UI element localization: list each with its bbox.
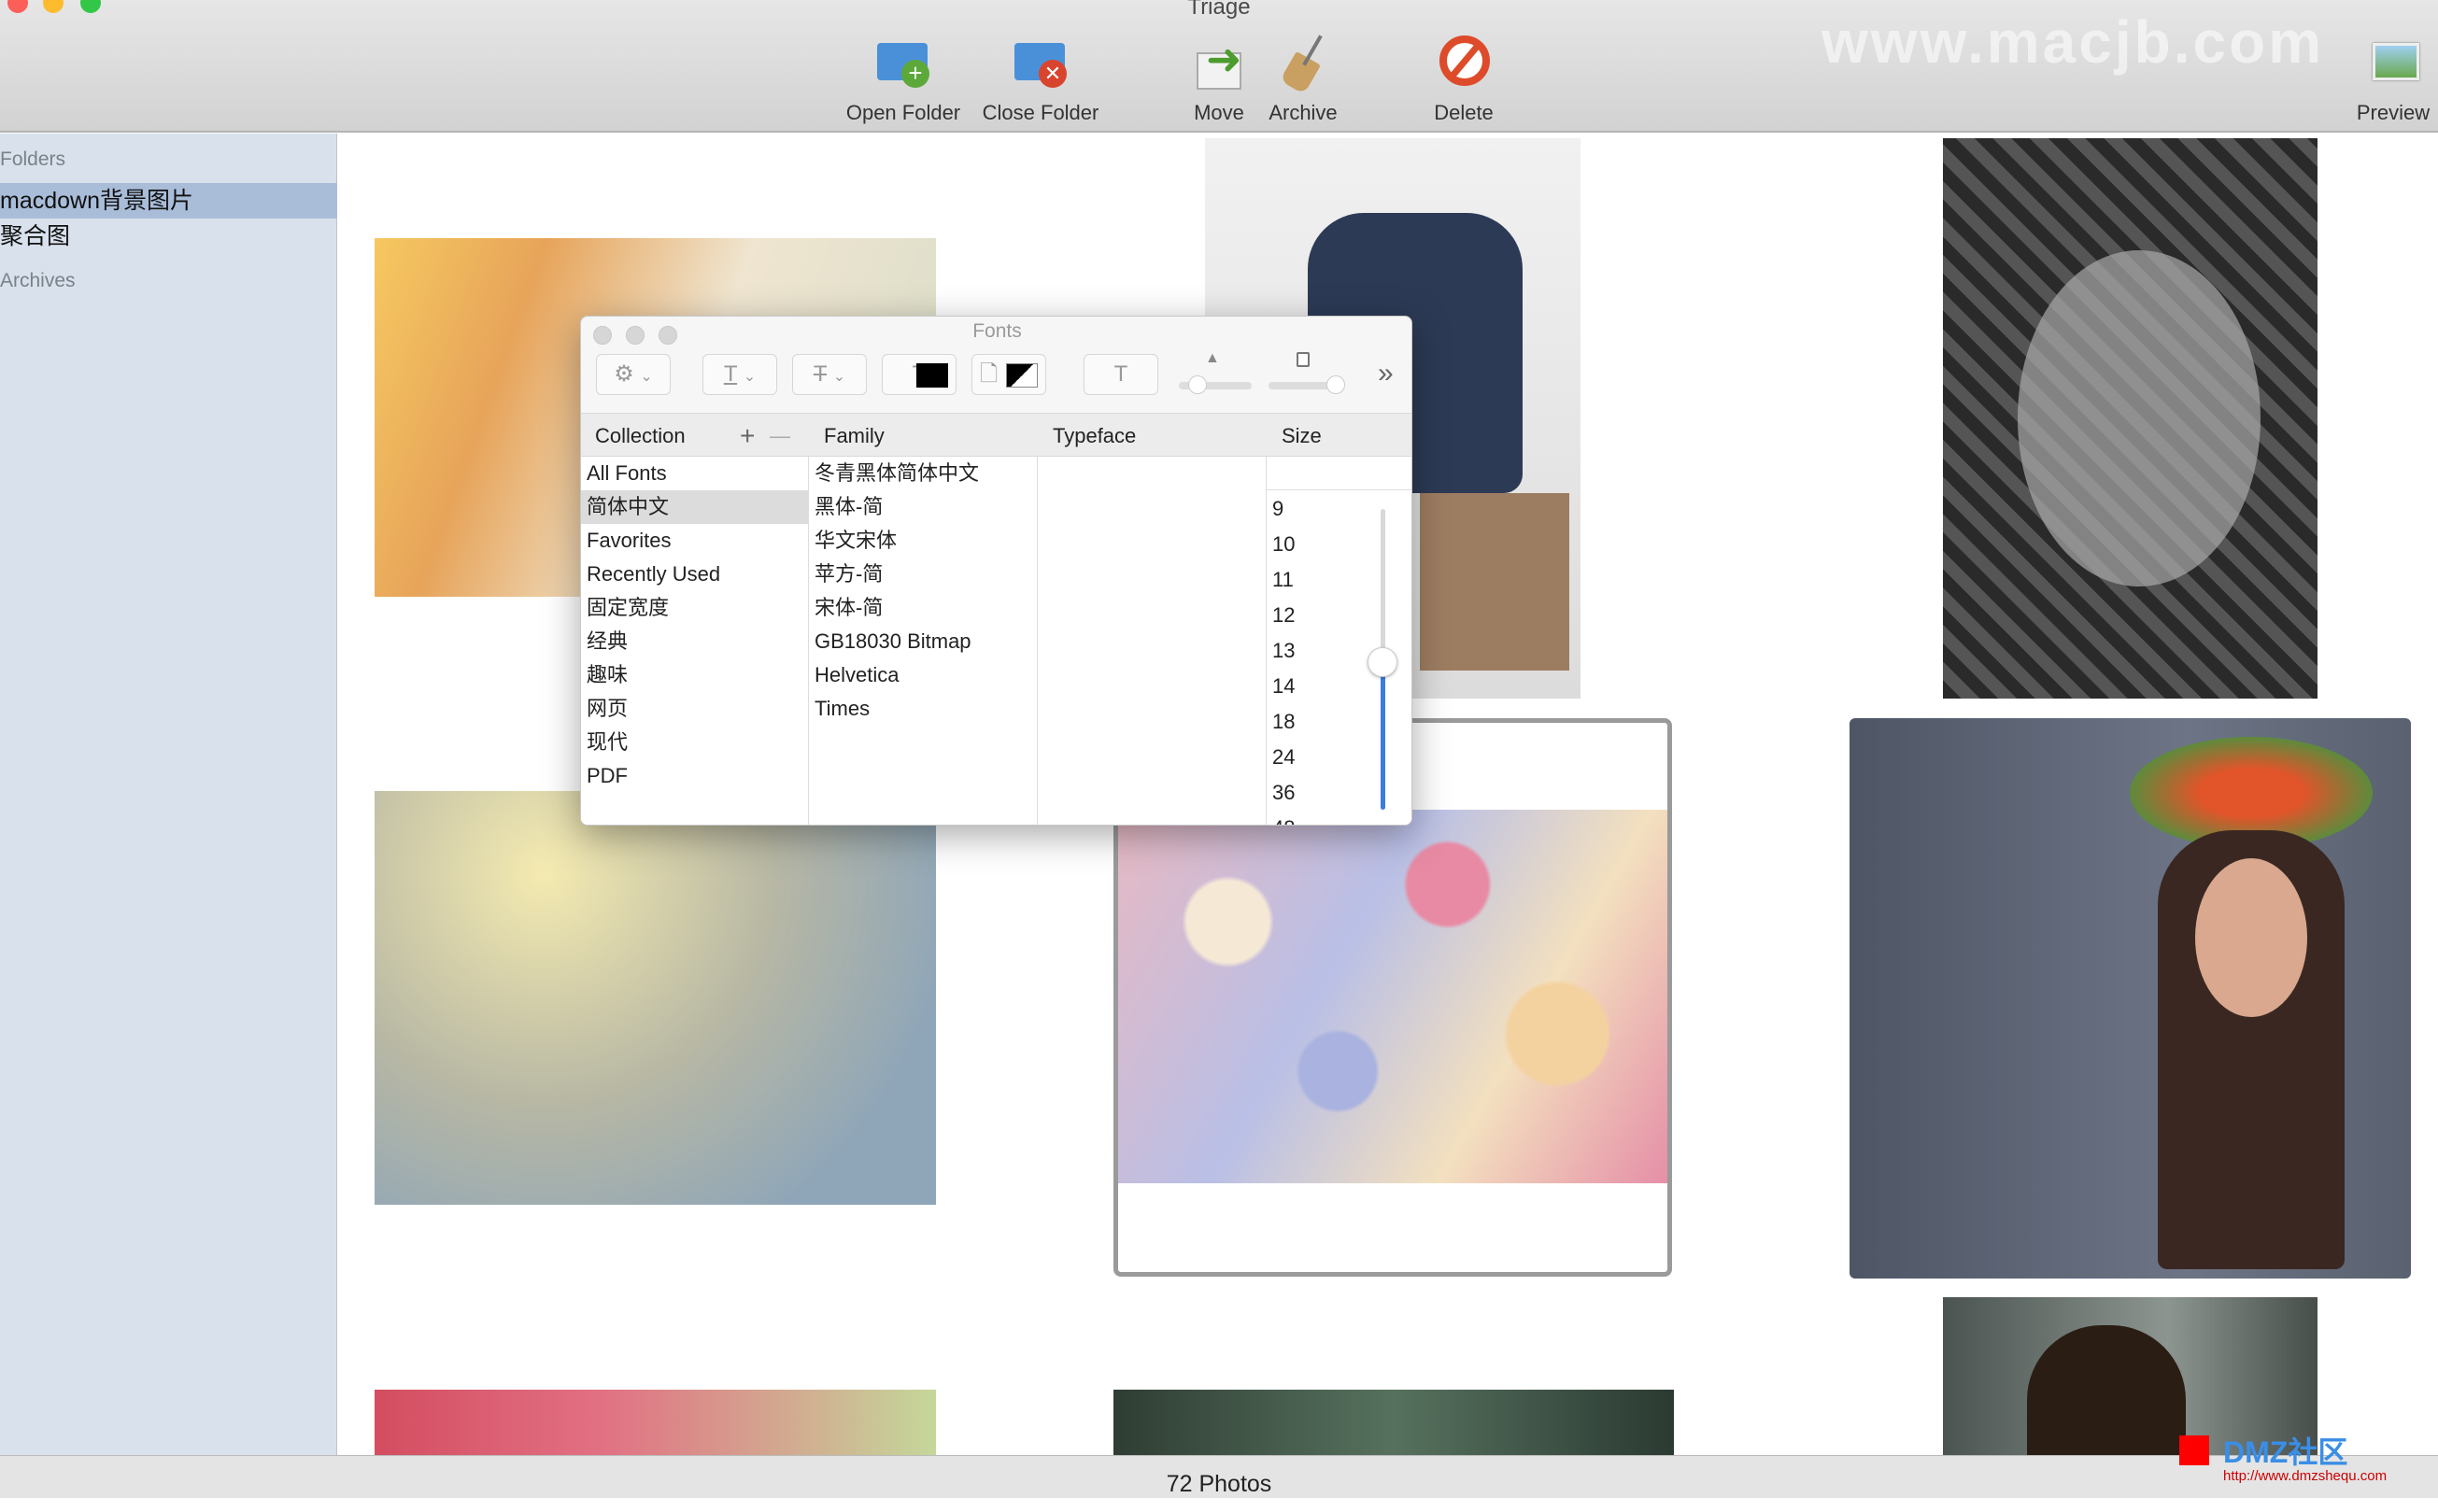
photo-thumbnail[interactable] — [1113, 1390, 1674, 1455]
folders-header: Folders — [0, 148, 66, 170]
strikethrough-icon: T — [813, 361, 828, 387]
shadow-up-icon: ▲ — [1205, 350, 1220, 366]
size-item[interactable]: 12 — [1267, 599, 1379, 632]
collection-item[interactable]: PDF — [581, 759, 808, 793]
sidebar-item-aggregate[interactable]: 聚合图 — [0, 219, 337, 254]
size-item[interactable]: 24 — [1267, 741, 1379, 774]
photo-thumbnail[interactable] — [1943, 138, 2318, 699]
collection-item[interactable]: 固定宽度 — [581, 591, 808, 625]
shadow-opacity-slider[interactable] — [1179, 375, 1252, 394]
collection-list: All Fonts 简体中文 Favorites Recently Used 固定宽度经… — [581, 457, 809, 825]
folder-close-icon: ✕ — [1011, 34, 1070, 93]
size-item[interactable]: 48 — [1267, 812, 1379, 825]
collection-item[interactable]: 现代 — [581, 726, 808, 759]
size-item[interactable]: 18 — [1267, 705, 1379, 739]
chevron-down-icon: ⌄ — [743, 369, 757, 385]
chevron-down-icon: ⌄ — [832, 369, 846, 385]
size-item[interactable]: 13 — [1267, 634, 1379, 668]
watermark-url: http://www.dmzshequ.com — [2223, 1468, 2388, 1484]
collection-item[interactable]: 趣味 — [581, 658, 808, 692]
remove-collection-button[interactable]: — — [770, 414, 790, 458]
family-item[interactable]: GB18030 Bitmap — [809, 625, 1037, 658]
fonts-column-headers: Collection + — Family Typeface Size — [581, 413, 1411, 458]
document-icon: 🗋 — [980, 361, 999, 387]
size-item[interactable]: 36 — [1267, 776, 1379, 810]
family-list: 冬青黑体简体中文 黑体-简 华文宋体 苹方-简 宋体-简 GB18030 Bitmap He… — [809, 457, 1038, 825]
fonts-title: Fonts — [972, 320, 1022, 342]
add-collection-button[interactable]: + — [740, 414, 755, 458]
collection-item[interactable]: All Fonts — [581, 457, 808, 490]
collection-item[interactable]: 简体中文 — [581, 490, 808, 524]
size-item[interactable]: 10 — [1267, 528, 1379, 561]
sidebar: Folders macdown背景图片 聚合图 Archives — [0, 134, 337, 1455]
text-color-button[interactable]: T — [882, 354, 957, 395]
strikethrough-menu-button[interactable]: T ⌄ — [792, 354, 867, 395]
family-header: Family — [824, 424, 885, 447]
preview-button[interactable]: Preview — [2323, 34, 2438, 125]
sidebar-item-macdown[interactable]: macdown背景图片 — [0, 183, 337, 219]
shadow-square-icon — [1297, 352, 1310, 367]
size-slider-knob[interactable] — [1368, 647, 1397, 677]
dmz-logo-icon — [2179, 1435, 2209, 1465]
photo-thumbnail[interactable] — [375, 1390, 936, 1455]
underline-icon: T — [723, 361, 738, 387]
family-item[interactable]: 宋体-简 — [809, 591, 1037, 625]
delete-icon — [1434, 34, 1494, 93]
collection-header: Collection — [595, 424, 686, 447]
more-button[interactable]: » — [1378, 358, 1394, 389]
size-item[interactable]: 11 — [1267, 563, 1379, 597]
underline-menu-button[interactable]: T ⌄ — [702, 354, 777, 395]
typeface-list — [1038, 457, 1267, 825]
status-bar: 72 Photos — [0, 1455, 2438, 1498]
document-color-button[interactable]: 🗋 — [971, 354, 1046, 395]
family-item[interactable]: Helvetica — [809, 658, 1037, 692]
size-item[interactable]: 14 — [1267, 670, 1379, 703]
text-shadow-icon: T — [1113, 361, 1128, 387]
delete-button[interactable]: Delete — [1394, 34, 1534, 125]
size-header: Size — [1282, 424, 1322, 447]
archives-header: Archives — [0, 270, 76, 291]
collection-item[interactable]: 经典 — [581, 625, 808, 658]
typeface-header: Typeface — [1053, 424, 1137, 447]
size-input[interactable] — [1267, 457, 1411, 490]
family-item[interactable]: 华文宋体 — [809, 524, 1037, 558]
collection-item[interactable]: Recently Used — [581, 558, 808, 591]
photo-thumbnail[interactable] — [1850, 718, 2411, 1279]
gear-icon: ⚙ — [614, 361, 634, 387]
family-item[interactable]: 苹方-简 — [809, 558, 1037, 591]
family-item[interactable]: Times — [809, 692, 1037, 726]
open-folder-button[interactable]: + Open Folder — [833, 34, 973, 125]
archive-button[interactable]: Archive — [1233, 34, 1373, 125]
photo-thumbnail[interactable] — [375, 791, 936, 1205]
chevron-down-icon: ⌄ — [640, 369, 653, 385]
family-item[interactable]: 黑体-简 — [809, 490, 1037, 524]
size-list: 91011121314182436 48 — [1267, 457, 1411, 825]
action-menu-button[interactable]: ⚙ ⌄ — [596, 354, 671, 395]
watermark: www.macjb.com — [1821, 8, 2325, 76]
collection-item[interactable]: 网页 — [581, 692, 808, 726]
collection-item[interactable]: Favorites — [581, 524, 808, 558]
toolbar: Triage www.macjb.com + Open Folder ✕ Clo… — [0, 0, 2438, 133]
size-item[interactable]: 9 — [1267, 492, 1379, 526]
family-item[interactable]: 冬青黑体简体中文 — [809, 457, 1037, 490]
size-slider[interactable] — [1368, 509, 1397, 810]
folder-add-icon: + — [873, 34, 933, 93]
close-folder-button[interactable]: ✕ Close Folder — [971, 34, 1111, 125]
text-shadow-button[interactable]: T — [1084, 354, 1158, 395]
photo-count: 72 Photos — [1166, 1471, 1272, 1497]
shadow-blur-slider[interactable] — [1269, 375, 1345, 394]
watermark-dmz: DMZ社区 — [2223, 1435, 2348, 1469]
preview-icon — [2363, 34, 2423, 93]
fonts-panel: Fonts ⚙ ⌄ T ⌄ T ⌄ T 🗋 T ▲ » Collection +… — [580, 316, 1412, 826]
broom-icon — [1273, 34, 1333, 95]
